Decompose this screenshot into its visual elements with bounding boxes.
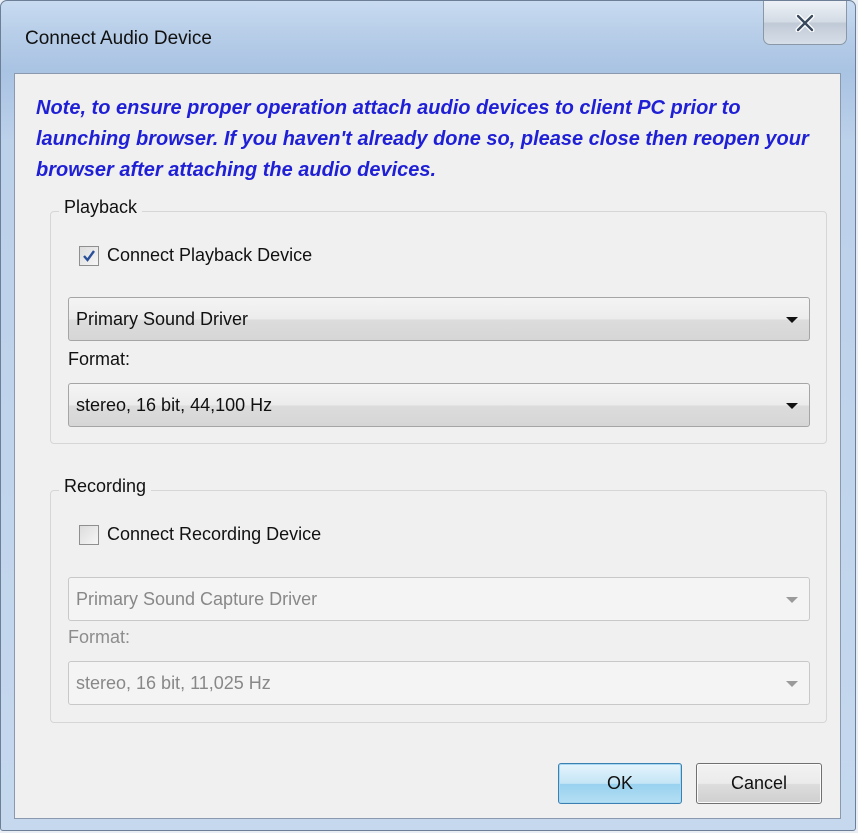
window-title: Connect Audio Device bbox=[25, 28, 212, 49]
connect-recording-checkbox[interactable]: Connect Recording Device bbox=[79, 524, 321, 545]
chevron-down-icon bbox=[786, 681, 798, 687]
recording-format-select[interactable]: stereo, 16 bit, 11,025 Hz bbox=[68, 661, 810, 705]
dialog-content: Note, to ensure proper operation attach … bbox=[14, 73, 841, 819]
playback-format-label: Format: bbox=[68, 349, 131, 369]
recording-device-select[interactable]: Primary Sound Capture Driver bbox=[68, 577, 810, 621]
playback-group: Playback Connect Playback Device Primary… bbox=[50, 197, 827, 444]
close-button[interactable] bbox=[763, 1, 847, 45]
connect-playback-checkbox[interactable]: Connect Playback Device bbox=[79, 245, 312, 266]
playback-checkbox-box[interactable] bbox=[79, 245, 99, 266]
title-bar[interactable]: Connect Audio Device bbox=[1, 1, 855, 73]
playback-format-value: stereo, 16 bit, 44,100 Hz bbox=[76, 395, 273, 415]
recording-format-label: Format: bbox=[68, 627, 131, 647]
checkmark-icon bbox=[83, 249, 95, 262]
recording-checkbox-box[interactable] bbox=[79, 524, 99, 545]
chevron-down-icon bbox=[786, 403, 798, 409]
playback-format-select[interactable]: stereo, 16 bit, 44,100 Hz bbox=[68, 383, 810, 427]
playback-checkbox-label: Connect Playback Device bbox=[107, 245, 313, 265]
close-icon bbox=[795, 13, 815, 32]
note-text: Note, to ensure proper operation attach … bbox=[36, 97, 809, 181]
cancel-button[interactable]: Cancel bbox=[696, 763, 822, 804]
ok-button[interactable]: OK bbox=[558, 763, 682, 804]
recording-group-label: Recording bbox=[59, 476, 152, 497]
recording-checkbox-label: Connect Recording Device bbox=[107, 524, 322, 544]
chevron-down-icon bbox=[786, 317, 798, 323]
recording-group: Recording Connect Recording Device Prima… bbox=[50, 476, 827, 723]
dialog-window: Connect Audio Device Note, to ensure pro… bbox=[0, 0, 856, 831]
playback-group-label: Playback bbox=[59, 197, 143, 218]
chevron-down-icon bbox=[786, 597, 798, 603]
playback-device-select[interactable]: Primary Sound Driver bbox=[68, 297, 810, 341]
playback-device-value: Primary Sound Driver bbox=[76, 309, 249, 329]
recording-format-value: stereo, 16 bit, 11,025 Hz bbox=[76, 673, 271, 693]
recording-device-value: Primary Sound Capture Driver bbox=[76, 589, 318, 609]
